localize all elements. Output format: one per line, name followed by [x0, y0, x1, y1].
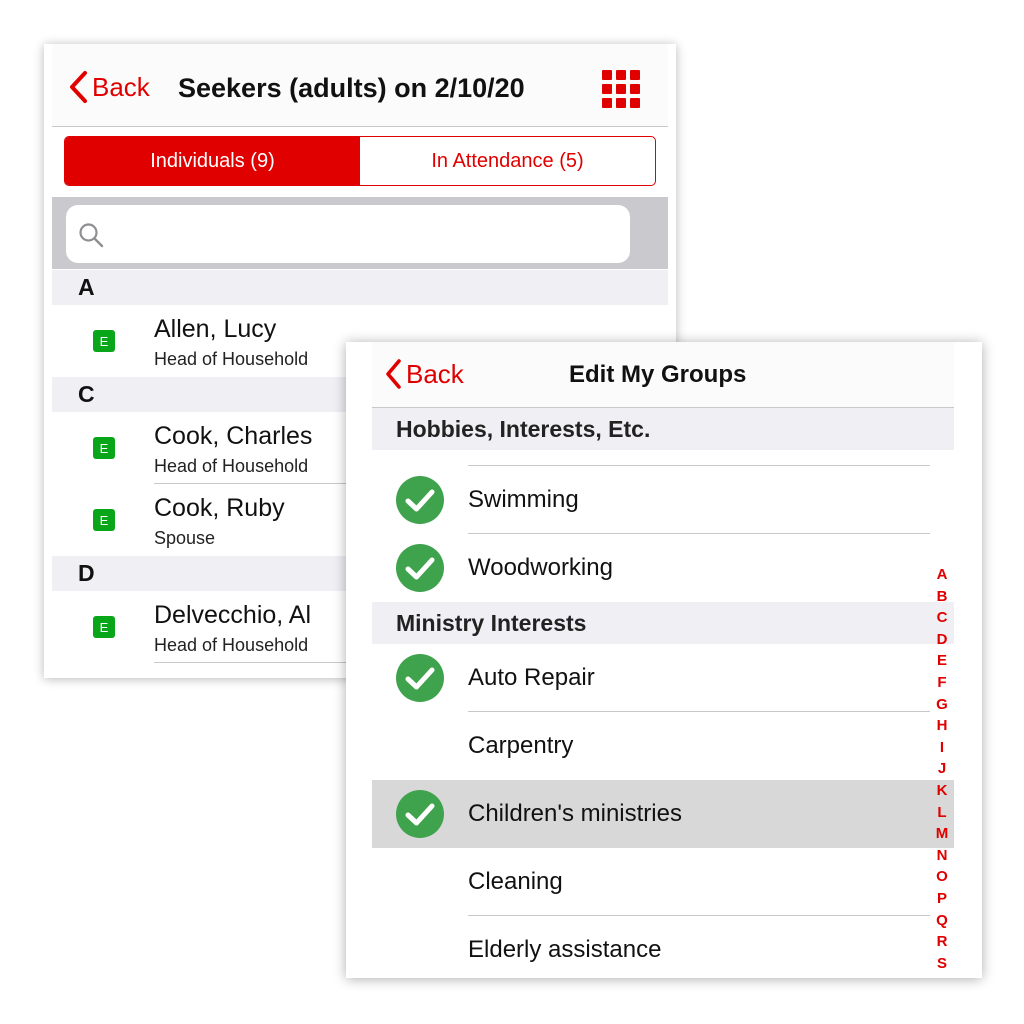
checkmark-icon — [396, 654, 444, 702]
person-role: Spouse — [154, 528, 216, 548]
index-letter-g[interactable]: G — [936, 694, 948, 716]
index-letter-f[interactable]: F — [937, 672, 946, 694]
person-name: Delvecchio, Al — [154, 601, 312, 629]
tab-in-attendance[interactable]: In Attendance (5) — [360, 137, 655, 185]
group-item-auto-repair[interactable]: Auto Repair — [372, 644, 954, 712]
group-item-cleaning[interactable]: Cleaning — [372, 848, 954, 916]
chevron-left-icon — [70, 71, 87, 103]
checkmark-icon — [396, 790, 444, 838]
grid-menu-icon[interactable] — [602, 70, 640, 108]
page-title: Seekers (adults) on 2/10/20 — [178, 73, 525, 103]
index-letter-s[interactable]: S — [937, 953, 947, 975]
index-letter-a[interactable]: A — [937, 564, 948, 586]
navigation-bar: Back Seekers (adults) on 2/10/20 — [52, 44, 668, 127]
section-header: Ministry Interests — [372, 602, 954, 644]
back-label: Back — [92, 71, 150, 102]
index-letter-k[interactable]: K — [937, 780, 948, 802]
index-letter-b[interactable]: B — [937, 586, 948, 608]
group-label: Swimming — [468, 486, 579, 513]
status-badge: E — [93, 330, 115, 352]
status-badge: E — [93, 509, 115, 531]
group-item-woodworking[interactable]: Woodworking — [372, 534, 954, 602]
groups-list: Hobbies, Interests, Etc. Swimming Woodwo… — [372, 408, 954, 978]
section-header: Hobbies, Interests, Etc. — [372, 408, 954, 450]
index-letter-o[interactable]: O — [936, 866, 948, 888]
page-title: Edit My Groups — [569, 361, 747, 388]
checkmark-icon — [396, 544, 444, 592]
group-label: Cleaning — [468, 868, 563, 895]
index-letter-e[interactable]: E — [937, 650, 947, 672]
index-letter-h[interactable]: H — [937, 715, 948, 737]
back-button[interactable]: Back — [384, 358, 464, 390]
status-badge: E — [93, 616, 115, 638]
index-letter-n[interactable]: N — [937, 845, 948, 867]
back-label: Back — [406, 358, 464, 389]
checkmark-icon — [396, 476, 444, 524]
search-bar — [52, 197, 668, 269]
section-header: A — [52, 270, 668, 305]
group-label: Carpentry — [468, 732, 574, 759]
tab-individuals[interactable]: Individuals (9) — [65, 137, 360, 185]
index-letter-m[interactable]: M — [936, 823, 949, 845]
group-label: Auto Repair — [468, 664, 595, 691]
index-letter-r[interactable]: R — [937, 931, 948, 953]
group-item-childrens-ministries[interactable]: Children's ministries — [372, 780, 954, 848]
index-letter-i[interactable]: I — [940, 737, 944, 759]
group-item-carpentry[interactable]: Carpentry — [372, 712, 954, 780]
person-role: Head of Household — [154, 456, 309, 476]
alphabet-index[interactable]: ABCDEFGHIJKLMNOPQRS — [932, 564, 952, 974]
back-button[interactable]: Back — [68, 70, 150, 104]
index-letter-d[interactable]: D — [937, 629, 948, 651]
chevron-left-icon — [386, 359, 401, 389]
navigation-bar: Back Edit My Groups — [372, 342, 954, 408]
person-role: Head of Household — [154, 349, 309, 369]
person-role: Head of Household — [154, 635, 309, 655]
group-label: Elderly assistance — [468, 936, 662, 963]
edit-groups-screen: Back Edit My Groups Hobbies, Interests, … — [346, 342, 982, 978]
group-label: Woodworking — [468, 554, 613, 581]
index-letter-q[interactable]: Q — [936, 910, 948, 932]
index-letter-p[interactable]: P — [937, 888, 947, 910]
person-name: Cook, Charles — [154, 422, 313, 450]
segmented-control: Individuals (9) In Attendance (5) — [64, 136, 656, 186]
status-badge: E — [93, 437, 115, 459]
index-letter-c[interactable]: C — [937, 607, 948, 629]
group-label: Children's ministries — [468, 800, 682, 827]
search-input[interactable] — [110, 215, 620, 253]
list-spacer — [372, 450, 954, 466]
person-name: Cook, Ruby — [154, 494, 285, 522]
group-item-elderly-assistance[interactable]: Elderly assistance — [372, 916, 954, 978]
group-item-swimming[interactable]: Swimming — [372, 466, 954, 534]
index-letter-l[interactable]: L — [937, 802, 946, 824]
search-field — [66, 205, 630, 263]
person-name: Allen, Lucy — [154, 315, 277, 343]
index-letter-j[interactable]: J — [938, 758, 946, 780]
search-icon — [79, 223, 104, 248]
